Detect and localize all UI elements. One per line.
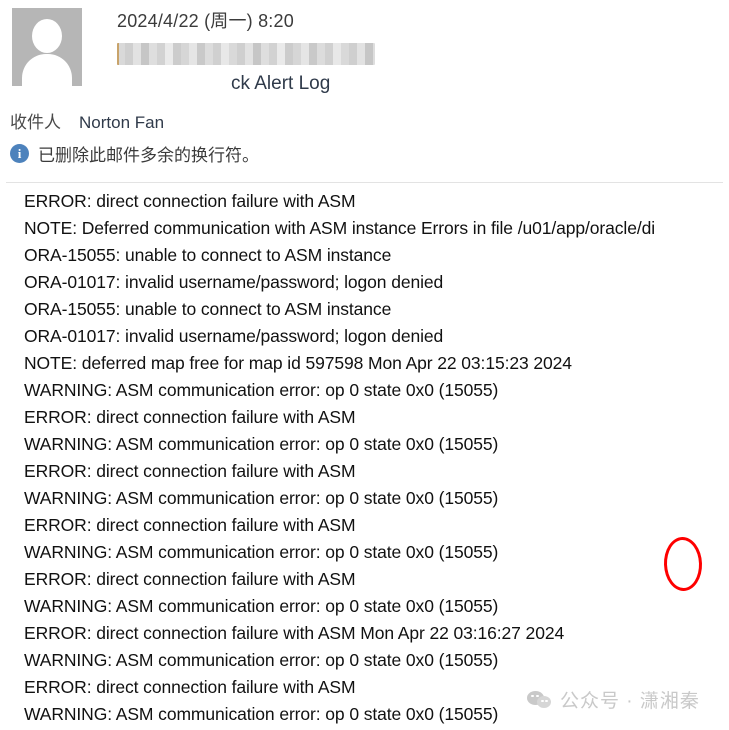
- avatar-body-shape: [22, 54, 72, 86]
- log-line: WARNING: ASM communication error: op 0 s…: [24, 434, 499, 454]
- subject-visible-text: ck Alert Log: [231, 73, 331, 94]
- recipient-label: 收件人: [10, 113, 61, 132]
- log-line: NOTE: deferred map free for map id 59759…: [24, 353, 572, 373]
- log-line: ERROR: direct connection failure with AS…: [24, 623, 565, 643]
- watermark-text: 公众号 · 潇湘秦: [560, 691, 700, 712]
- log-line: ORA-15055: unable to connect to ASM inst…: [24, 245, 392, 265]
- log-line: ERROR: direct connection failure with AS…: [24, 677, 356, 697]
- log-line: ERROR: direct connection failure with AS…: [24, 191, 356, 211]
- avatar-head-shape: [32, 19, 62, 53]
- log-line: WARNING: ASM communication error: op 0 s…: [24, 542, 499, 562]
- log-line: WARNING: ASM communication error: op 0 s…: [24, 380, 499, 400]
- wechat-icon: [527, 690, 553, 710]
- log-line: ERROR: direct connection failure with AS…: [24, 569, 356, 589]
- log-line: ORA-01017: invalid username/password; lo…: [24, 326, 444, 346]
- header-divider: [6, 182, 723, 183]
- alert-log-body[interactable]: ERROR: direct connection failure with AS…: [0, 189, 729, 730]
- log-line: ORA-01017: invalid username/password; lo…: [24, 272, 444, 292]
- notice-text: 已删除此邮件多余的换行符。: [38, 146, 259, 165]
- log-line: WARNING: ASM communication error: op 0 s…: [24, 704, 499, 724]
- sender-address-redacted: [117, 43, 375, 65]
- log-line: NOTE: Deferred communication with ASM in…: [24, 218, 656, 238]
- notice-banner: i 已删除此邮件多余的换行符。: [10, 141, 259, 166]
- log-line: ERROR: direct connection failure with AS…: [24, 515, 356, 535]
- message-subject: ck Alert Log: [117, 72, 330, 98]
- info-icon: i: [10, 144, 29, 163]
- log-line: WARNING: ASM communication error: op 0 s…: [24, 596, 499, 616]
- log-line: WARNING: ASM communication error: op 0 s…: [24, 488, 499, 508]
- subject-redacted-part: [117, 72, 229, 96]
- recipient-row: 收件人 Norton Fan: [10, 108, 164, 133]
- person-avatar-icon: [12, 8, 82, 86]
- log-line: ERROR: direct connection failure with AS…: [24, 407, 356, 427]
- recipient-name[interactable]: Norton Fan: [79, 113, 164, 132]
- watermark: 公众号 · 潇湘秦: [527, 686, 700, 713]
- log-line: WARNING: ASM communication error: op 0 s…: [24, 650, 499, 670]
- log-line: ERROR: direct connection failure with AS…: [24, 461, 356, 481]
- log-line: ORA-15055: unable to connect to ASM inst…: [24, 299, 392, 319]
- message-date: 2024/4/22 (周一) 8:20: [117, 11, 294, 31]
- message-header: 2024/4/22 (周一) 8:20 ck Alert Log 收件人 Nort…: [0, 0, 729, 183]
